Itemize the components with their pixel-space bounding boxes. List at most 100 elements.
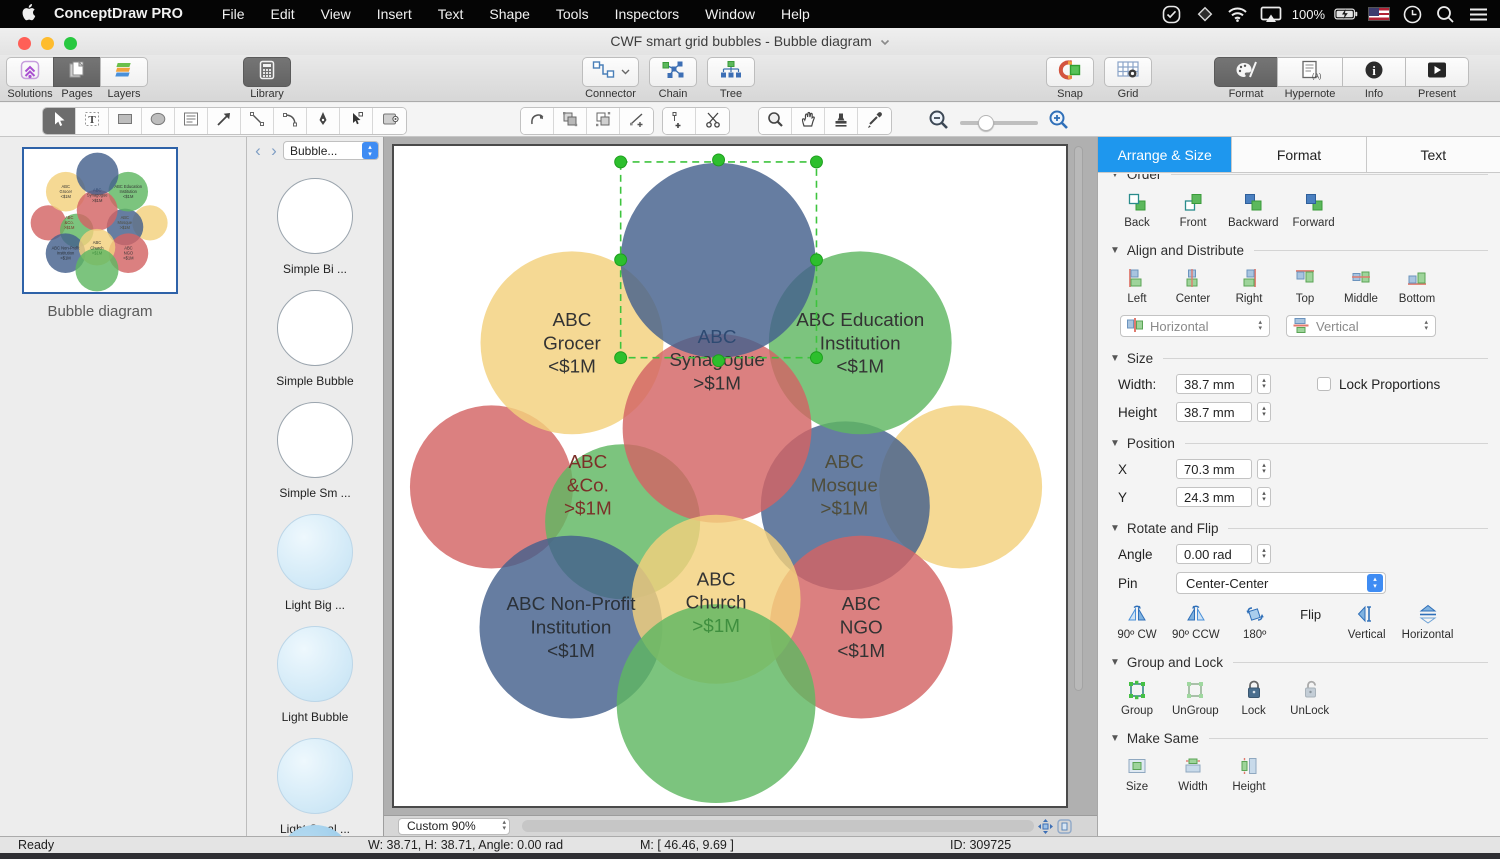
menu-item-tools[interactable]: Tools bbox=[556, 6, 589, 22]
display-airplay-icon[interactable] bbox=[1259, 3, 1283, 25]
selection-handle-7[interactable] bbox=[811, 352, 823, 364]
distribute-vertical-dropdown[interactable]: Vertical ▴▾ bbox=[1286, 315, 1436, 337]
right-button[interactable]: Right bbox=[1228, 266, 1270, 305]
present-button[interactable]: Present bbox=[1405, 57, 1469, 100]
text-tool[interactable]: T bbox=[76, 108, 109, 134]
solutions-button[interactable]: Solutions bbox=[6, 57, 54, 100]
canvas-horizontal-scrollbar[interactable] bbox=[522, 820, 1034, 832]
spline-tool[interactable] bbox=[521, 108, 554, 134]
wifi-icon[interactable] bbox=[1226, 3, 1250, 25]
spotlight-search-icon[interactable] bbox=[1433, 3, 1457, 25]
height-stepper[interactable]: ▴▾ bbox=[1257, 402, 1271, 422]
app-name[interactable]: ConceptDraw PRO bbox=[54, 6, 183, 22]
zoom-slider-thumb[interactable] bbox=[978, 115, 994, 131]
fit-page-icon[interactable] bbox=[1037, 819, 1053, 834]
menu-item-file[interactable]: File bbox=[222, 6, 245, 22]
diamond-icon[interactable] bbox=[1193, 3, 1217, 25]
menu-item-window[interactable]: Window bbox=[705, 6, 755, 22]
library-item-simple-bi[interactable]: Simple Bi ... bbox=[247, 178, 383, 276]
selection-handle-4[interactable] bbox=[811, 254, 823, 266]
180-button[interactable]: 180º bbox=[1234, 602, 1276, 641]
library-forward-button[interactable]: › bbox=[267, 141, 281, 161]
90-cw-button[interactable]: 90º CW bbox=[1116, 602, 1158, 641]
menu-item-text[interactable]: Text bbox=[438, 6, 464, 22]
unlock-button[interactable]: UnLock bbox=[1289, 678, 1331, 717]
grid-button[interactable]: Grid bbox=[1104, 57, 1152, 100]
pin-dropdown[interactable]: Center-Center ▴▾ bbox=[1176, 572, 1386, 594]
size-button[interactable]: Size bbox=[1116, 754, 1158, 793]
backward-button[interactable]: Backward bbox=[1228, 190, 1279, 229]
zoom-slider[interactable] bbox=[960, 121, 1038, 125]
lock-proportions-checkbox[interactable] bbox=[1317, 377, 1331, 391]
clock-icon[interactable] bbox=[1400, 3, 1424, 25]
tree-button[interactable]: Tree bbox=[707, 57, 755, 100]
ellipse-tool[interactable] bbox=[142, 108, 175, 134]
reshape-tool[interactable] bbox=[340, 108, 373, 134]
canvas-vertical-scrollbar[interactable] bbox=[1074, 146, 1084, 806]
distribute-horizontal-dropdown[interactable]: Horizontal ▴▾ bbox=[1120, 315, 1270, 337]
eyedropper-tool[interactable] bbox=[858, 108, 891, 134]
tab-text[interactable]: Text bbox=[1367, 137, 1500, 172]
width-button[interactable]: Width bbox=[1172, 754, 1214, 793]
library-back-button[interactable]: ‹ bbox=[251, 141, 265, 161]
front-button[interactable]: Front bbox=[1172, 190, 1214, 229]
shape-action-tool[interactable] bbox=[373, 108, 406, 134]
90-ccw-button[interactable]: 90º CCW bbox=[1172, 602, 1220, 641]
tab-arrange-and-size[interactable]: Arrange & Size bbox=[1098, 137, 1232, 172]
info-button[interactable]: i Info bbox=[1342, 57, 1406, 100]
menu-item-insert[interactable]: Insert bbox=[377, 6, 412, 22]
canvas-zoom-dropdown[interactable]: Custom 90% ▴▾ bbox=[398, 818, 510, 835]
library-item-simple-sm[interactable]: Simple Sm ... bbox=[247, 402, 383, 500]
height-button[interactable]: Height bbox=[1228, 754, 1270, 793]
group-button[interactable]: Group bbox=[1116, 678, 1158, 717]
snap-button[interactable]: Snap bbox=[1046, 57, 1094, 100]
zoom-in-icon[interactable] bbox=[1048, 109, 1070, 136]
bottom-button[interactable]: Bottom bbox=[1396, 266, 1438, 305]
split-tool[interactable] bbox=[587, 108, 620, 134]
layers-button[interactable]: Layers bbox=[100, 57, 148, 100]
bubble-diagram[interactable]: ABCGrocer<$1MABC EducationInstitution<$1… bbox=[394, 146, 1066, 806]
selection-handle-6[interactable] bbox=[713, 355, 725, 367]
library-selector-dropdown[interactable]: Bubble... ▴▾ bbox=[283, 141, 379, 160]
input-language-flag-icon[interactable] bbox=[1367, 3, 1391, 25]
width-stepper[interactable]: ▴▾ bbox=[1257, 374, 1271, 394]
tab-format[interactable]: Format bbox=[1232, 137, 1366, 172]
text-block-tool[interactable] bbox=[175, 108, 208, 134]
selection-handle-5[interactable] bbox=[615, 352, 627, 364]
top-button[interactable]: Top bbox=[1284, 266, 1326, 305]
selection-handle-1[interactable] bbox=[713, 154, 725, 166]
forward-button[interactable]: Forward bbox=[1293, 190, 1335, 229]
position-y-input[interactable]: 24.3 mm bbox=[1176, 487, 1252, 507]
horizontal-button[interactable]: Horizontal bbox=[1402, 602, 1454, 641]
vertical-button[interactable]: Vertical bbox=[1346, 602, 1388, 641]
add-anchor-tool[interactable] bbox=[620, 108, 653, 134]
document-page[interactable]: ABCGrocer<$1MABC EducationInstitution<$1… bbox=[392, 144, 1068, 808]
position-x-input[interactable]: 70.3 mm bbox=[1176, 459, 1252, 479]
library-item-light-smal[interactable]: Light Smal ... bbox=[247, 738, 383, 836]
menu-item-inspectors[interactable]: Inspectors bbox=[615, 6, 680, 22]
rectangle-tool[interactable] bbox=[109, 108, 142, 134]
height-input[interactable]: 38.7 mm bbox=[1176, 402, 1252, 422]
left-button[interactable]: Left bbox=[1116, 266, 1158, 305]
ungroup-button[interactable]: UnGroup bbox=[1172, 678, 1219, 717]
width-input[interactable]: 38.7 mm bbox=[1176, 374, 1252, 394]
center-button[interactable]: Center bbox=[1172, 266, 1214, 305]
menu-item-edit[interactable]: Edit bbox=[270, 6, 294, 22]
scissors-tool[interactable] bbox=[696, 108, 729, 134]
middle-button[interactable]: Middle bbox=[1340, 266, 1382, 305]
shield-check-icon[interactable] bbox=[1160, 3, 1184, 25]
angle-input[interactable]: 0.00 rad bbox=[1176, 544, 1252, 564]
pointer-tool[interactable] bbox=[43, 108, 76, 134]
zoom-tool-tool[interactable] bbox=[759, 108, 792, 134]
stamp-tool[interactable] bbox=[825, 108, 858, 134]
selection-handle-0[interactable] bbox=[615, 156, 627, 168]
format-button[interactable]: Format bbox=[1214, 57, 1278, 100]
library-button[interactable]: Library bbox=[243, 57, 291, 100]
pages-button[interactable]: Pages bbox=[53, 57, 101, 100]
selection-handle-2[interactable] bbox=[811, 156, 823, 168]
menu-item-help[interactable]: Help bbox=[781, 6, 810, 22]
lock-button[interactable]: Lock bbox=[1233, 678, 1275, 717]
selection-handle-3[interactable] bbox=[615, 254, 627, 266]
back-button[interactable]: Back bbox=[1116, 190, 1158, 229]
chain-button[interactable]: Chain bbox=[649, 57, 697, 100]
